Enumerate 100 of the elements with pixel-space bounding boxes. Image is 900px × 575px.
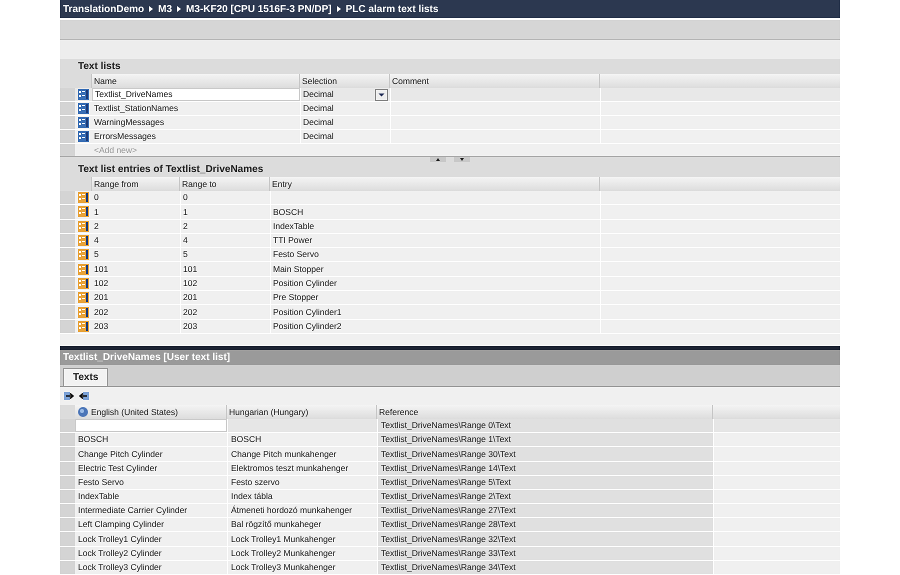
- table-row[interactable]: 2 2 IndexTable: [60, 220, 840, 234]
- breadcrumb-item[interactable]: PLC alarm text lists: [346, 2, 438, 16]
- import-icon[interactable]: [78, 390, 89, 401]
- text-list-icon: [78, 206, 89, 218]
- globe-icon: [78, 406, 88, 417]
- text-list-icon: [78, 306, 89, 318]
- table-row[interactable]: Lock Trolley1 Cylinder Lock Trolley1 Munkahenger Textlist_DriveNames\Range 32\Text: [60, 532, 840, 547]
- row-header[interactable]: [60, 220, 75, 233]
- row-header[interactable]: [60, 518, 75, 532]
- table-row[interactable]: 4 4 TTI Power: [60, 234, 840, 248]
- table-row[interactable]: IndexTable Index tábla Textlist_DriveNames\Range 2\Text: [60, 490, 840, 504]
- row-header[interactable]: [60, 88, 75, 101]
- table-cell: Electric Test Cylinder: [78, 462, 158, 474]
- table-row[interactable]: Left Clamping Cylinder Bal rögzítő munkaheger Textlist_DriveNames\Range 28\Text: [60, 518, 840, 532]
- export-icon[interactable]: [64, 390, 75, 401]
- table-cell: Textlist_DriveNames\Range 1\Text: [377, 433, 713, 446]
- row-header[interactable]: [60, 546, 75, 560]
- row-header[interactable]: [60, 504, 75, 518]
- table-row[interactable]: BOSCH BOSCH Textlist_DriveNames\Range 1\Text: [60, 433, 840, 448]
- text-list-icon: [78, 89, 89, 100]
- table-cell: Textlist_DriveNames\Range 28\Text: [377, 518, 713, 532]
- tab[interactable]: Texts: [63, 368, 108, 386]
- row-header[interactable]: [60, 560, 75, 574]
- table-row[interactable]: 202 202 Position Cylinder1: [60, 305, 840, 320]
- row-header[interactable]: [60, 262, 75, 276]
- row-header[interactable]: [60, 433, 75, 446]
- row-header[interactable]: [60, 248, 75, 262]
- column-header[interactable]: Hungarian (Hungary): [227, 404, 377, 419]
- column-header[interactable]: Range to: [180, 177, 270, 191]
- table-row[interactable]: Lock Trolley2 Cylinder Lock Trolley2 Munkahenger Textlist_DriveNames\Range 33\Text: [60, 546, 840, 561]
- table-cell: Textlist_DriveNames\Range 34\Text: [377, 560, 713, 574]
- table-cell: 1: [183, 206, 188, 218]
- table-cell: 101: [183, 262, 198, 276]
- column-header[interactable]: Range from: [92, 177, 180, 191]
- table-row[interactable]: 0 0: [60, 191, 840, 206]
- row-header[interactable]: [60, 462, 75, 475]
- table-cell: Position Cylinder: [273, 277, 337, 290]
- table-cell: 1: [94, 206, 99, 218]
- row-header[interactable]: [60, 205, 75, 219]
- row-header[interactable]: [60, 291, 75, 304]
- table-cell: Lock Trolley1 Munkahenger: [231, 532, 336, 546]
- column-header[interactable]: Comment: [390, 74, 600, 88]
- table-row[interactable]: Textlist_DriveNames\Range 0\Text: [60, 418, 840, 434]
- row-header[interactable]: [60, 476, 75, 489]
- table-row[interactable]: WarningMessages Decimal: [60, 116, 840, 130]
- table-row[interactable]: Intermediate Carrier Cylinder Átmeneti hordozó munkahenger Textlist_DriveNames\Range 27\Text: [60, 504, 840, 518]
- row-header[interactable]: [60, 320, 75, 333]
- table-cell: IndexTable: [273, 220, 314, 233]
- table-row[interactable]: Festo Servo Festo szervo Textlist_DriveNames\Range 5\Text: [60, 476, 840, 490]
- text-input-field[interactable]: [75, 418, 227, 432]
- row-header[interactable]: [60, 532, 75, 546]
- table-row[interactable]: 1 1 BOSCH: [60, 205, 840, 220]
- row-header[interactable]: [60, 490, 75, 504]
- table-row[interactable]: Lock Trolley3 Cylinder Lock Trolley3 Munkahenger Textlist_DriveNames\Range 34\Text: [60, 560, 840, 575]
- table-row[interactable]: 201 201 Pre Stopper: [60, 291, 840, 306]
- collapse-up-icon[interactable]: [430, 157, 446, 162]
- row-header[interactable]: [60, 305, 75, 319]
- column-header[interactable]: Selection: [300, 74, 390, 88]
- table-cell: Festo szervo: [231, 476, 280, 489]
- row-header[interactable]: [60, 191, 75, 204]
- row-header[interactable]: [60, 234, 75, 248]
- row-header[interactable]: [60, 130, 75, 143]
- column-header[interactable]: Reference: [377, 404, 713, 419]
- table-row[interactable]: ErrorsMessages Decimal: [60, 130, 840, 144]
- table-cell: Intermediate Carrier Cylinder: [78, 504, 188, 518]
- table-row[interactable]: 101 101 Main Stopper: [60, 262, 840, 277]
- row-header[interactable]: [60, 276, 75, 290]
- table-cell: Change Pitch munkahenger: [231, 448, 336, 460]
- table-row[interactable]: Electric Test Cylinder Elektromos teszt munkahenger Textlist_DriveNames\Range 14\Text: [60, 462, 840, 476]
- chevron-icon: [177, 6, 182, 12]
- table-cell: TTI Power: [273, 234, 312, 247]
- column-header[interactable]: Entry: [270, 177, 600, 191]
- table-cell: IndexTable: [78, 490, 120, 503]
- table-cell: Festo Servo: [78, 476, 124, 489]
- table-cell: 201: [183, 291, 198, 304]
- table-cell-text: Textlist_StationNames: [93, 102, 180, 115]
- text-list-icon: [78, 292, 89, 304]
- table-cell: Festo Servo: [273, 248, 319, 262]
- table-cell: Textlist_DriveNames\Range 27\Text: [377, 504, 713, 518]
- table-row[interactable]: Change Pitch Cylinder Change Pitch munkahenger Textlist_DriveNames\Range 30\Text: [60, 447, 840, 462]
- row-header[interactable]: [60, 102, 75, 115]
- column-header[interactable]: English (United States): [75, 404, 227, 419]
- table-row[interactable]: Textlist_StationNames Decimal: [60, 102, 840, 116]
- table-row[interactable]: Textlist_DriveNames Decimal: [60, 88, 840, 102]
- table-cell: 0: [183, 191, 188, 204]
- collapse-down-icon[interactable]: [454, 157, 470, 162]
- table-row[interactable]: 5 5 Festo Servo: [60, 248, 840, 262]
- breadcrumb-item[interactable]: M3: [158, 2, 172, 16]
- row-header[interactable]: [60, 144, 75, 156]
- breadcrumb-item[interactable]: TranslationDemo: [63, 2, 144, 16]
- table-cell: Átmeneti hordozó munkahenger: [231, 504, 352, 518]
- row-header[interactable]: [60, 447, 75, 460]
- column-header[interactable]: Name: [92, 74, 300, 88]
- section-title: Text list entries of Textlist_DriveNames: [78, 163, 264, 177]
- table-row[interactable]: 203 203 Position Cylinder2: [60, 320, 840, 334]
- table-cell: 102: [183, 277, 198, 290]
- breadcrumb-item[interactable]: M3-KF20 [CPU 1516F-3 PN/DP]: [186, 2, 332, 16]
- row-header[interactable]: [60, 418, 75, 432]
- row-header[interactable]: [60, 116, 75, 129]
- table-row[interactable]: 102 102 Position Cylinder: [60, 276, 840, 292]
